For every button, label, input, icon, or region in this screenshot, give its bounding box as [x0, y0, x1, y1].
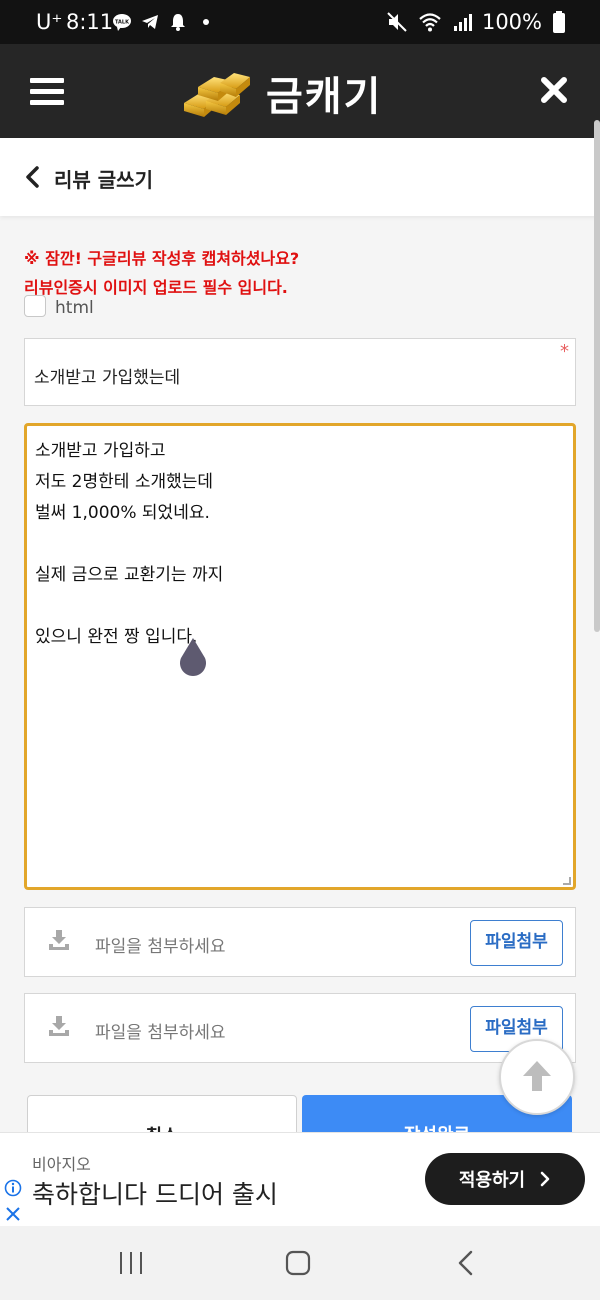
mute-icon: [387, 12, 407, 32]
subject-value: 소개받고 가입했는데: [34, 368, 181, 388]
battery-icon: [553, 11, 565, 33]
content-line: 저도 2명한테 소개했는데: [35, 472, 214, 492]
app-title: 금캐기: [266, 74, 383, 120]
file-attachment-1: 파일을 첨부하세요 파일첨부: [24, 907, 576, 977]
status-time: 8:11: [66, 10, 114, 34]
chevron-right-icon: [540, 1171, 550, 1187]
page-scrollbar[interactable]: [594, 120, 600, 632]
file-attachment-2: 파일을 첨부하세요 파일첨부: [24, 993, 576, 1063]
ad-cta-button[interactable]: 적용하기: [425, 1153, 585, 1205]
html-checkbox[interactable]: [24, 295, 46, 317]
content-line: 실제 금으로 교환기는 까지: [35, 565, 224, 585]
ad-headline: 축하합니다 드디어 출시: [32, 1180, 278, 1209]
required-mark: *: [560, 341, 569, 362]
wifi-icon: [419, 13, 441, 32]
kakaotalk-icon: TALK: [113, 14, 131, 31]
status-bar: U⁺ 8:11 TALK 100%: [0, 0, 600, 44]
app-logo[interactable]: 금캐기: [182, 64, 382, 122]
page-header: 리뷰 글쓰기: [0, 138, 600, 216]
ad-advertiser: 비아지오: [32, 1155, 91, 1174]
more-notifications-dot-icon: [203, 19, 209, 25]
notification-bell-icon: [171, 14, 185, 31]
content-line: 소개받고 가입하고: [35, 441, 166, 461]
html-checkbox-label[interactable]: html: [55, 298, 94, 318]
signal-icon: [453, 14, 472, 31]
upload-notice: ※ 잠깐! 구글리뷰 작성후 캡쳐하셨나요? 리뷰인증시 이미지 업로드 필수 …: [24, 244, 299, 302]
subject-input[interactable]: 소개받고 가입했는데 *: [24, 338, 576, 406]
content-text: 소개받고 가입하고 저도 2명한테 소개했는데 벌써 1,000% 되었네요. …: [35, 436, 223, 653]
download-icon: [49, 930, 69, 950]
arrow-up-icon: [523, 1061, 551, 1091]
content-line: [35, 591, 223, 622]
recent-apps-icon[interactable]: [118, 1250, 144, 1276]
ad-close-icon[interactable]: [4, 1205, 22, 1223]
telegram-icon: [142, 15, 158, 29]
file-placeholder: 파일을 첨부하세요: [95, 1023, 226, 1043]
notice-line-1: ※ 잠깐! 구글리뷰 작성후 캡쳐하셨나요?: [24, 249, 300, 268]
gold-bars-icon: [184, 73, 250, 117]
menu-icon[interactable]: [30, 78, 64, 106]
content-line: [35, 529, 223, 560]
content-textarea[interactable]: 소개받고 가입하고 저도 2명한테 소개했는데 벌써 1,000% 되었네요. …: [24, 423, 576, 890]
battery-percentage: 100%: [481, 10, 542, 34]
attach-file-button[interactable]: 파일첨부: [470, 920, 563, 966]
scroll-to-top-button[interactable]: [499, 1039, 575, 1115]
content-line: 벌써 1,000% 되었네요.: [35, 503, 210, 523]
app-header: 금캐기: [0, 44, 600, 138]
back-icon[interactable]: [456, 1250, 476, 1276]
close-icon[interactable]: [538, 74, 570, 106]
resize-handle-icon[interactable]: [563, 877, 571, 885]
svg-text:TALK: TALK: [115, 20, 130, 26]
download-icon: [49, 1016, 69, 1036]
ad-banner[interactable]: 비아지오 축하합니다 드디어 출시 적용하기: [0, 1132, 600, 1226]
page-title: 리뷰 글쓰기: [54, 168, 153, 192]
system-nav-bar: [0, 1226, 600, 1300]
home-icon[interactable]: [285, 1250, 311, 1276]
ad-cta-label: 적용하기: [458, 1170, 526, 1191]
text-cursor-handle-icon[interactable]: [177, 636, 209, 676]
back-chevron-icon[interactable]: [22, 165, 44, 189]
file-placeholder: 파일을 첨부하세요: [95, 937, 226, 957]
carrier-indicator: U⁺: [36, 10, 63, 34]
ad-info-icon[interactable]: [4, 1179, 22, 1197]
